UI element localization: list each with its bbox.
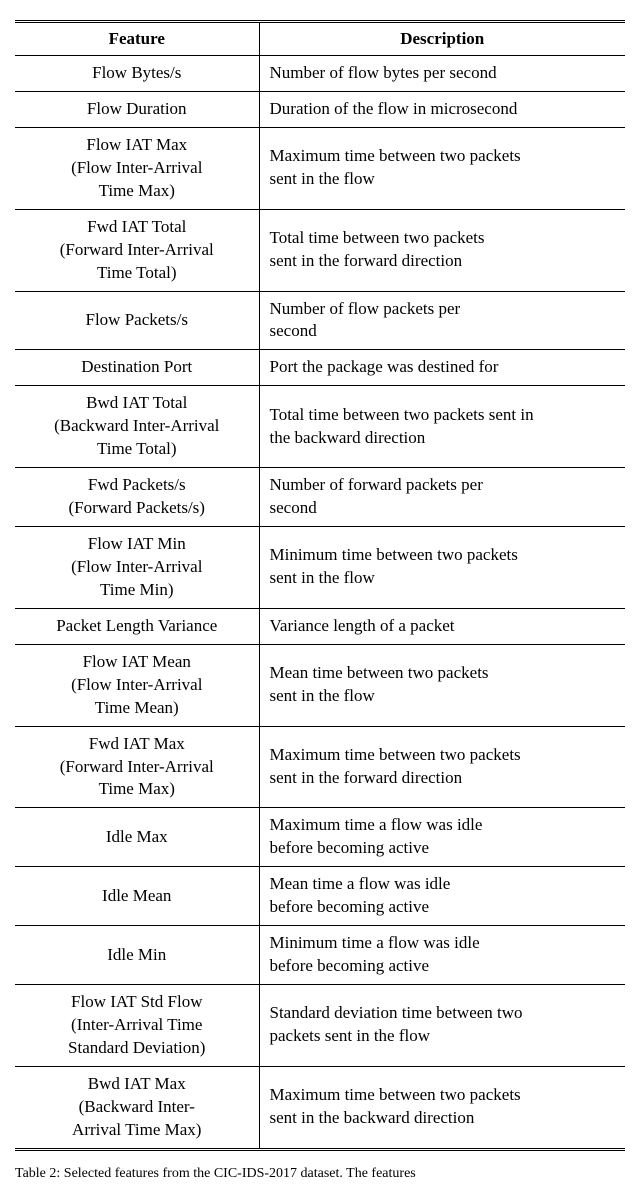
description-cell: Minimum time a flow was idlebefore becom… xyxy=(259,926,625,985)
description-cell: Number of flow packets persecond xyxy=(259,291,625,350)
table-row: Flow IAT Max(Flow Inter-ArrivalTime Max)… xyxy=(15,127,625,209)
feature-cell: Bwd IAT Total(Backward Inter-ArrivalTime… xyxy=(15,386,259,468)
feature-cell: Flow IAT Min(Flow Inter-ArrivalTime Min) xyxy=(15,527,259,609)
feature-cell: Fwd Packets/s(Forward Packets/s) xyxy=(15,468,259,527)
feature-cell: Flow Packets/s xyxy=(15,291,259,350)
description-cell: Variance length of a packet xyxy=(259,608,625,644)
table-row: Packet Length VarianceVariance length of… xyxy=(15,608,625,644)
description-cell: Port the package was destined for xyxy=(259,350,625,386)
feature-cell: Flow IAT Max(Flow Inter-ArrivalTime Max) xyxy=(15,127,259,209)
table-row: Fwd IAT Total(Forward Inter-ArrivalTime … xyxy=(15,209,625,291)
description-cell: Number of forward packets persecond xyxy=(259,468,625,527)
feature-cell: Idle Min xyxy=(15,926,259,985)
feature-cell: Flow IAT Mean(Flow Inter-ArrivalTime Mea… xyxy=(15,644,259,726)
feature-cell: Flow Bytes/s xyxy=(15,56,259,92)
description-cell: Mean time between two packetssent in the… xyxy=(259,644,625,726)
table-row: Fwd IAT Max(Forward Inter-ArrivalTime Ma… xyxy=(15,726,625,808)
description-cell: Number of flow bytes per second xyxy=(259,56,625,92)
table-header-row: Feature Description xyxy=(15,22,625,56)
description-cell: Duration of the flow in microsecond xyxy=(259,91,625,127)
feature-cell: Bwd IAT Max(Backward Inter-Arrival Time … xyxy=(15,1066,259,1149)
feature-cell: Packet Length Variance xyxy=(15,608,259,644)
table-row: Idle MeanMean time a flow was idlebefore… xyxy=(15,867,625,926)
feature-cell: Fwd IAT Max(Forward Inter-ArrivalTime Ma… xyxy=(15,726,259,808)
description-cell: Minimum time between two packetssent in … xyxy=(259,527,625,609)
header-feature: Feature xyxy=(15,22,259,56)
table-row: Flow Bytes/sNumber of flow bytes per sec… xyxy=(15,56,625,92)
table-row: Flow IAT Min(Flow Inter-ArrivalTime Min)… xyxy=(15,527,625,609)
description-cell: Total time between two packetssent in th… xyxy=(259,209,625,291)
feature-cell: Flow IAT Std Flow(Inter-Arrival TimeStan… xyxy=(15,985,259,1067)
feature-cell: Flow Duration xyxy=(15,91,259,127)
table-row: Flow IAT Mean(Flow Inter-ArrivalTime Mea… xyxy=(15,644,625,726)
description-cell: Total time between two packets sent inth… xyxy=(259,386,625,468)
table-body: Flow Bytes/sNumber of flow bytes per sec… xyxy=(15,56,625,1150)
table-row: Destination PortPort the package was des… xyxy=(15,350,625,386)
feature-cell: Idle Max xyxy=(15,808,259,867)
table-row: Flow Packets/sNumber of flow packets per… xyxy=(15,291,625,350)
table-row: Bwd IAT Total(Backward Inter-ArrivalTime… xyxy=(15,386,625,468)
table-row: Idle MinMinimum time a flow was idlebefo… xyxy=(15,926,625,985)
header-description: Description xyxy=(259,22,625,56)
description-cell: Maximum time between two packetssent in … xyxy=(259,127,625,209)
feature-cell: Destination Port xyxy=(15,350,259,386)
table-row: Flow DurationDuration of the flow in mic… xyxy=(15,91,625,127)
features-table: Feature Description Flow Bytes/sNumber o… xyxy=(15,20,625,1151)
description-cell: Standard deviation time between twopacke… xyxy=(259,985,625,1067)
table-row: Flow IAT Std Flow(Inter-Arrival TimeStan… xyxy=(15,985,625,1067)
description-cell: Mean time a flow was idlebefore becoming… xyxy=(259,867,625,926)
feature-cell: Idle Mean xyxy=(15,867,259,926)
description-cell: Maximum time between two packetssent in … xyxy=(259,1066,625,1149)
description-cell: Maximum time between two packetssent in … xyxy=(259,726,625,808)
table-row: Fwd Packets/s(Forward Packets/s)Number o… xyxy=(15,468,625,527)
table-caption: Table 2: Selected features from the CIC-… xyxy=(15,1165,625,1183)
feature-cell: Fwd IAT Total(Forward Inter-ArrivalTime … xyxy=(15,209,259,291)
description-cell: Maximum time a flow was idlebefore becom… xyxy=(259,808,625,867)
table-row: Bwd IAT Max(Backward Inter-Arrival Time … xyxy=(15,1066,625,1149)
table-row: Idle MaxMaximum time a flow was idlebefo… xyxy=(15,808,625,867)
